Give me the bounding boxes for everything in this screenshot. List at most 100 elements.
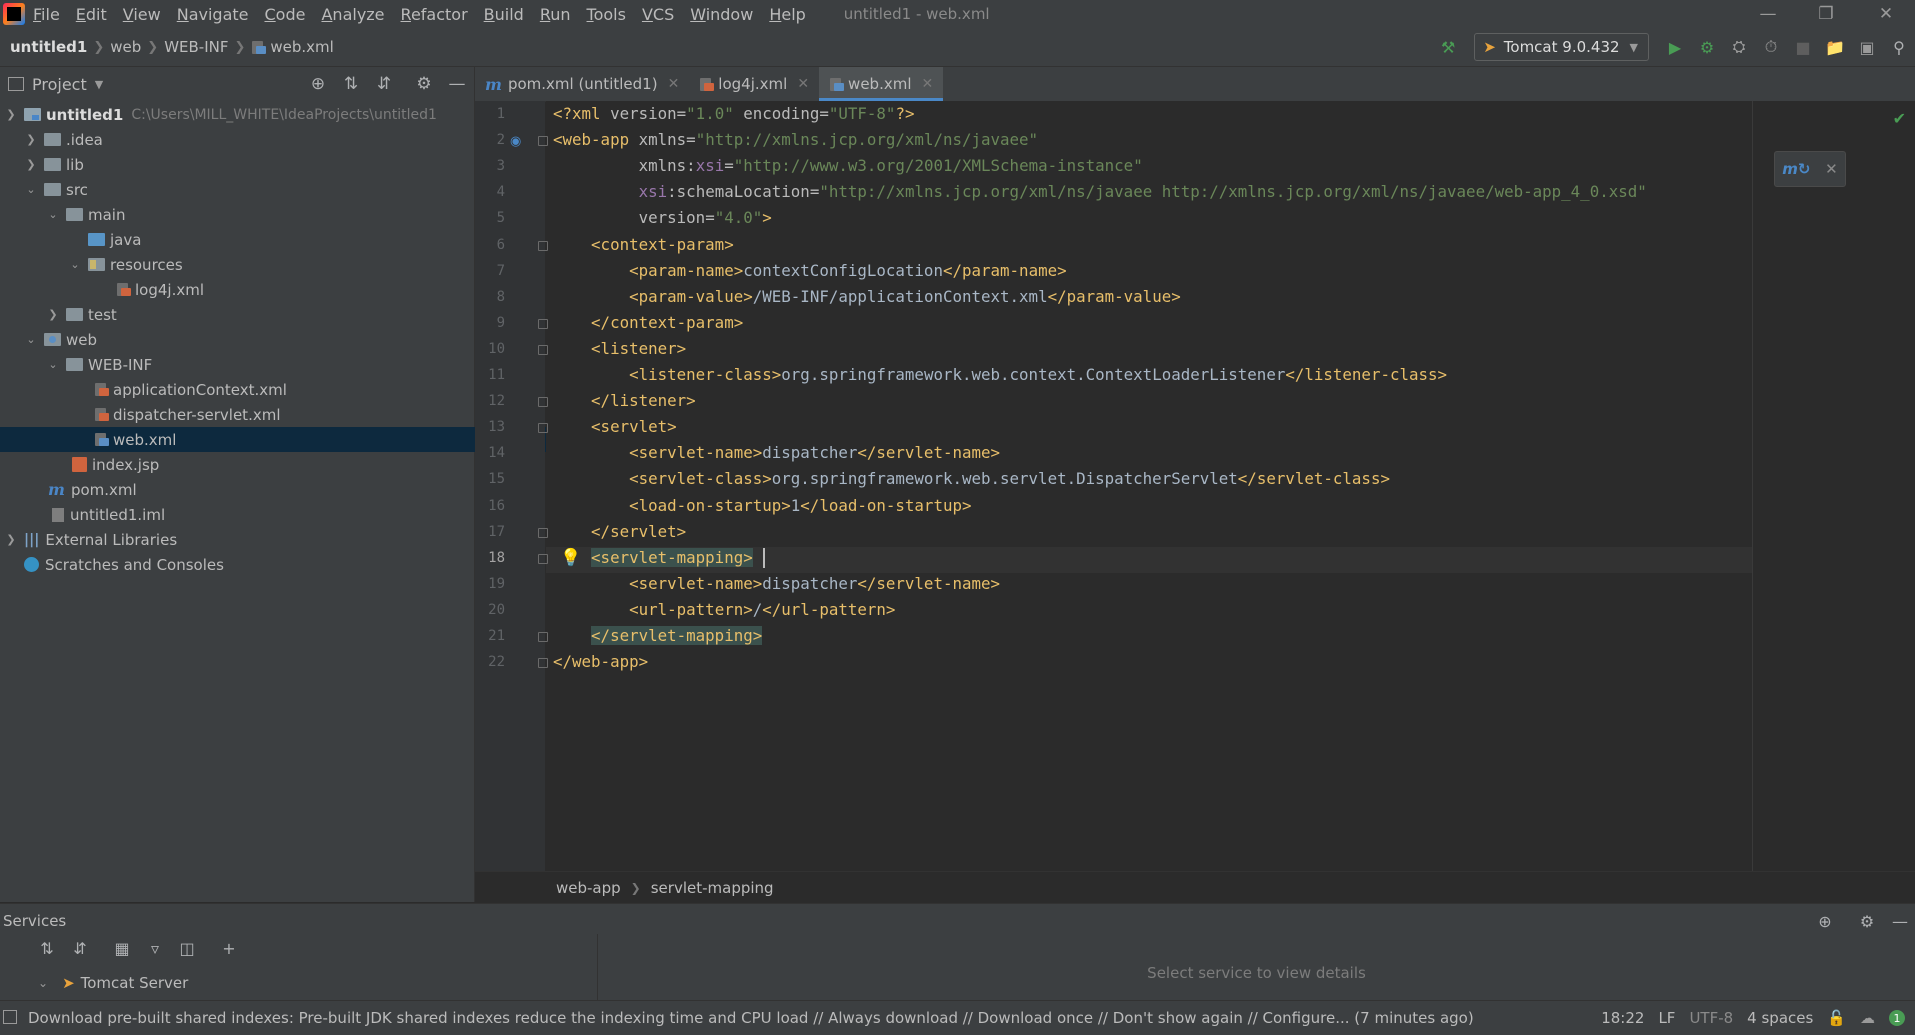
close-icon[interactable]: ✕ <box>797 76 809 92</box>
checkmark-icon[interactable]: ✔ <box>1893 109 1906 128</box>
new-tab-icon[interactable]: ◫ <box>175 936 199 960</box>
web-app-gutter-icon[interactable]: ◉ <box>510 134 521 149</box>
project-structure-icon[interactable]: 📁 <box>1821 33 1849 61</box>
code-line[interactable]: <listener-class>org.springframework.web.… <box>553 362 1447 388</box>
code-line[interactable]: <load-on-startup>1</load-on-startup> <box>553 493 971 519</box>
tab-pom-xml[interactable]: m pom.xml (untitled1) ✕ <box>475 67 689 101</box>
indent-setting[interactable]: 4 spaces <box>1747 1009 1813 1027</box>
code-line[interactable]: <servlet-class>org.springframework.web.s… <box>553 466 1390 492</box>
collapse-all-icon[interactable]: ⇵ <box>68 936 92 960</box>
locate-icon[interactable]: ⊕ <box>306 72 330 96</box>
menu-edit[interactable]: Edit <box>76 5 115 24</box>
tree-item-main[interactable]: ⌄ main <box>0 202 520 227</box>
code-line[interactable]: <param-name>contextConfigLocation</param… <box>553 258 1067 284</box>
code-line[interactable]: </web-app> <box>553 649 648 675</box>
nav-crumb-file[interactable]: web.xml <box>245 38 339 56</box>
profile-icon[interactable]: ⏱ <box>1757 33 1785 61</box>
fold-marker-icon[interactable] <box>538 658 548 669</box>
menu-run[interactable]: Run <box>540 5 579 24</box>
line-separator[interactable]: LF <box>1658 1009 1675 1027</box>
code-line[interactable]: </servlet-mapping> <box>553 623 763 649</box>
lock-icon[interactable]: 🔓 <box>1827 1009 1846 1027</box>
tree-item-src[interactable]: ⌄ src <box>0 177 498 202</box>
restore-button[interactable]: ❐ <box>1797 0 1855 28</box>
expand-all-icon[interactable]: ⇅ <box>339 72 363 96</box>
code-line[interactable]: xsi:schemaLocation="http://xmlns.jcp.org… <box>553 179 1647 205</box>
project-view-select[interactable]: Project ▼ <box>8 75 103 94</box>
fold-marker-icon[interactable] <box>538 136 548 147</box>
close-window-button[interactable]: ✕ <box>1857 0 1915 28</box>
stop-icon[interactable]: ■ <box>1789 33 1817 61</box>
menu-build[interactable]: Build <box>484 5 532 24</box>
hide-icon[interactable]: — <box>1888 909 1912 933</box>
file-encoding[interactable]: UTF-8 <box>1689 1009 1733 1027</box>
fold-marker-icon[interactable] <box>538 397 548 408</box>
menu-analyze[interactable]: Analyze <box>321 5 392 24</box>
minimize-button[interactable]: — <box>1739 0 1797 28</box>
layout-icon[interactable]: ▣ <box>1853 33 1881 61</box>
code-line[interactable]: </servlet> <box>553 519 686 545</box>
fold-marker-icon[interactable] <box>538 527 548 538</box>
breadcrumb-servlet-mapping[interactable]: servlet-mapping <box>651 879 774 897</box>
menu-window[interactable]: Window <box>690 5 761 24</box>
tree-item-scratches[interactable]: Scratches and Consoles <box>0 552 498 577</box>
tree-item-web-inf[interactable]: ⌄ WEB-INF <box>0 352 520 377</box>
coverage-icon[interactable]: ⛭ <box>1725 33 1753 61</box>
fold-marker-icon[interactable] <box>538 632 548 642</box>
gear-icon[interactable]: ⚙ <box>1855 909 1879 933</box>
code-line[interactable]: <servlet-name>dispatcher</servlet-name> <box>553 440 1000 466</box>
target-icon[interactable]: ⊕ <box>1813 909 1837 933</box>
code-line[interactable]: version="4.0"> <box>553 205 772 231</box>
tree-item-index-jsp[interactable]: index.jsp <box>0 452 546 477</box>
code-line[interactable]: xmlns:xsi="http://www.w3.org/2001/XMLSch… <box>553 153 1143 179</box>
tree-item-lib[interactable]: ❯ lib <box>0 152 498 177</box>
code-line[interactable]: <listener> <box>553 336 686 362</box>
tree-item-external-libraries[interactable]: ❯ ||| External Libraries <box>0 527 478 552</box>
tree-item-web[interactable]: ⌄ web <box>0 327 498 352</box>
fold-marker-icon[interactable] <box>538 318 548 329</box>
code-line[interactable]: <param-value>/WEB-INF/applicationContext… <box>553 284 1181 310</box>
nav-crumb-project[interactable]: untitled1 <box>0 38 93 56</box>
group-icon[interactable]: ▦ <box>110 936 134 960</box>
menu-refactor[interactable]: Refactor <box>401 5 476 24</box>
menu-code[interactable]: Code <box>265 5 314 24</box>
close-icon[interactable]: ✕ <box>922 76 934 92</box>
code-line[interactable]: <servlet-name>dispatcher</servlet-name> <box>553 571 1000 597</box>
code-line[interactable]: <web-app xmlns="http://xmlns.jcp.org/xml… <box>553 127 1038 153</box>
filter-icon[interactable]: ▿ <box>143 936 167 960</box>
tree-item-root[interactable]: ❯ untitled1 C:\Users\MILL_WHITE\IdeaProj… <box>0 102 478 127</box>
code-line[interactable]: <?xml version="1.0" encoding="UTF-8"?> <box>553 101 914 127</box>
debug-icon[interactable]: ⚙ <box>1693 33 1721 61</box>
code-line[interactable]: <servlet> <box>553 414 677 440</box>
fold-marker-icon[interactable] <box>538 344 548 355</box>
run-config-select[interactable]: ➤ Tomcat 9.0.432 ▼ <box>1474 33 1649 61</box>
code-line[interactable]: </context-param> <box>553 310 743 336</box>
hide-icon[interactable]: — <box>445 72 469 96</box>
caret-position[interactable]: 18:22 <box>1601 1009 1644 1027</box>
fold-marker-icon[interactable] <box>538 423 548 434</box>
status-message[interactable]: Download pre-built shared indexes: Pre-b… <box>28 1009 1474 1027</box>
expand-all-icon[interactable]: ⇅ <box>35 936 59 960</box>
build-hammer-icon[interactable]: ⚒ <box>1434 33 1462 61</box>
notification-badge[interactable]: 1 <box>1889 1010 1905 1026</box>
event-log-icon[interactable]: ☁ <box>1860 1009 1875 1027</box>
tree-item-test[interactable]: ❯ test <box>0 302 520 327</box>
code-line[interactable]: </listener> <box>553 388 696 414</box>
add-icon[interactable]: + <box>217 936 241 960</box>
tab-log4j-xml[interactable]: log4j.xml ✕ <box>689 67 819 101</box>
menu-vcs[interactable]: VCS <box>642 5 682 24</box>
nav-crumb-web-inf[interactable]: WEB-INF <box>158 38 234 56</box>
code-line[interactable]: <context-param> <box>553 232 734 258</box>
fold-marker-icon[interactable] <box>538 553 548 564</box>
menu-navigate[interactable]: Navigate <box>177 5 257 24</box>
tree-item-iml[interactable]: untitled1.iml <box>0 502 526 527</box>
fold-marker-icon[interactable] <box>538 240 548 251</box>
menu-help[interactable]: Help <box>769 5 813 24</box>
nav-crumb-web[interactable]: web <box>104 38 147 56</box>
maven-reload-icon[interactable]: m↻ <box>1782 160 1810 178</box>
close-icon[interactable]: ✕ <box>668 76 680 92</box>
menu-file[interactable]: File <box>33 5 68 24</box>
gear-icon[interactable]: ⚙ <box>412 72 436 96</box>
run-icon[interactable]: ▶ <box>1661 33 1689 61</box>
menu-tools[interactable]: Tools <box>587 5 634 24</box>
